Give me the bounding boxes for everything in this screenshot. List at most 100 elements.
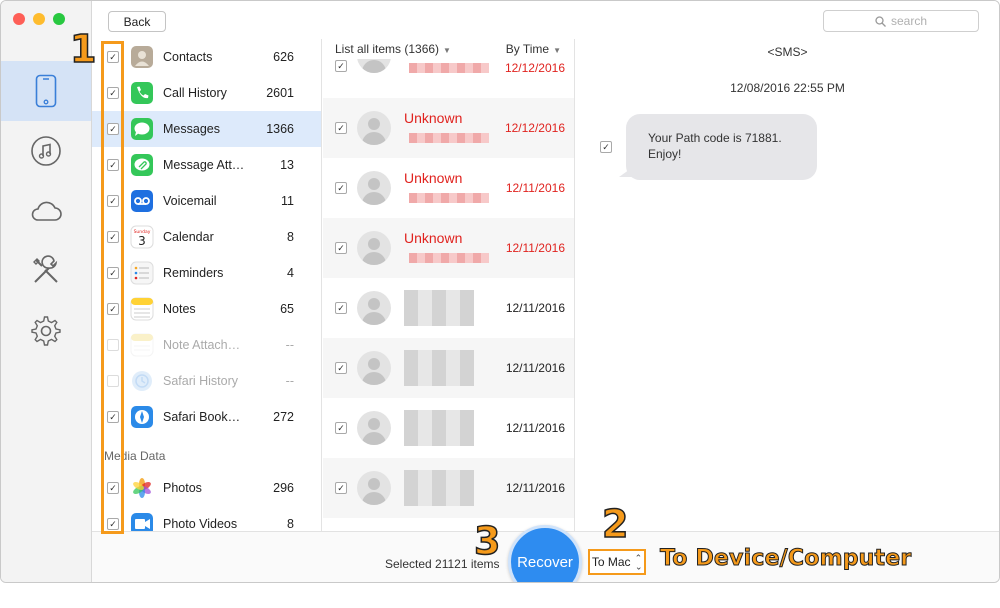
search-icon (875, 15, 886, 27)
redacted-preview (409, 193, 489, 203)
message-checkbox[interactable]: ✓ (335, 60, 347, 72)
category-messages[interactable]: ✓ Messages 1366 (92, 111, 321, 147)
message-checkbox[interactable]: ✓ (335, 362, 347, 374)
message-row[interactable]: ✓ 12/11/2016 (323, 338, 574, 398)
category-label: Contacts (163, 50, 213, 64)
message-checkbox[interactable]: ✓ (335, 182, 347, 194)
photo-videos-icon (130, 512, 154, 531)
destination-callout: To Device/Computer (659, 546, 912, 572)
message-checkbox[interactable]: ✓ (600, 141, 612, 153)
rail-settings-tab[interactable] (1, 301, 91, 361)
detail-timestamp: 12/08/2016 22:55 PM (730, 81, 845, 95)
category-phone[interactable]: ✓ Call History 2601 (92, 75, 321, 111)
category-count: 1366 (266, 122, 294, 136)
message-row[interactable]: ✓ 12/11/2016 (323, 278, 574, 338)
search-placeholder: search (890, 14, 928, 28)
redacted-preview (409, 133, 489, 143)
back-button[interactable]: Back (108, 11, 166, 32)
photos-icon (130, 476, 154, 500)
safari-history-icon (130, 369, 154, 393)
search-input[interactable]: search (823, 10, 979, 32)
detail-title: <SMS> (767, 45, 808, 59)
safari-bookmark-icon (130, 405, 154, 429)
destination-select[interactable]: To Mac ⌃ ⌃ (588, 549, 646, 575)
message-row[interactable]: ✓ Unknown 12/11/2016 (323, 218, 574, 278)
list-all-dropdown[interactable]: List all items (1366) ▼ (335, 42, 451, 56)
message-row[interactable]: ✓ Unknown 12/11/2016 (323, 158, 574, 218)
avatar (357, 171, 391, 205)
message-sender: Unknown (404, 230, 463, 246)
category-safari-bookmark[interactable]: ✓ Safari Book… 272 (92, 399, 321, 435)
attachment-icon (130, 153, 154, 177)
message-list: List all items (1366) ▼ By Time ▼ ✓ Unknown… (323, 39, 575, 531)
zoom-window-button[interactable] (53, 13, 65, 25)
category-safari-history[interactable]: Safari History -- (92, 363, 321, 399)
message-row[interactable]: ✓ Unknown 12/12/2016 (323, 98, 574, 158)
category-attachment[interactable]: ✓ Message Att… 13 (92, 147, 321, 183)
pixelated-sender (404, 410, 474, 446)
category-count: 4 (287, 266, 294, 280)
rail-tools-tab[interactable] (1, 241, 91, 301)
svg-text:3: 3 (138, 234, 146, 248)
updown-chevron-icon: ⌃ ⌃ (634, 553, 643, 572)
category-label: Messages (163, 122, 220, 136)
category-voicemail[interactable]: ✓ Voicemail 11 (92, 183, 321, 219)
window-controls (13, 13, 65, 25)
message-bubble: Your Path code is 71881. Enjoy! (626, 114, 817, 180)
category-note-attachment[interactable]: Note Attach… -- (92, 327, 321, 363)
category-label: Voicemail (163, 194, 217, 208)
message-date: 12/12/2016 (504, 61, 565, 75)
category-notes[interactable]: ✓ Notes 65 (92, 291, 321, 327)
pixelated-sender (404, 350, 474, 386)
app-window: Back search ✓ Contacts 626 ✓ Call History 260… (0, 0, 1000, 583)
recover-button[interactable]: Recover (508, 525, 582, 582)
category-label: Safari Book… (163, 410, 241, 424)
message-sender: Unknown (404, 110, 463, 126)
destination-value: To Mac (591, 555, 631, 569)
category-count: 13 (280, 158, 294, 172)
message-checkbox[interactable]: ✓ (335, 482, 347, 494)
category-label: Photos (163, 481, 202, 495)
message-date: 12/11/2016 (505, 301, 565, 315)
mode-sidebar (1, 1, 92, 582)
list-header: List all items (1366) ▼ By Time ▼ (323, 39, 574, 59)
category-photos[interactable]: ✓ Photos 296 (92, 470, 321, 506)
pixelated-sender (404, 470, 474, 506)
sort-label: By Time (505, 42, 550, 56)
minimize-window-button[interactable] (33, 13, 45, 25)
category-contacts[interactable]: ✓ Contacts 626 (92, 39, 321, 75)
message-checkbox[interactable]: ✓ (335, 122, 347, 134)
message-checkbox[interactable]: ✓ (335, 242, 347, 254)
voicemail-icon (130, 189, 154, 213)
category-count: 65 (280, 302, 294, 316)
note-attachment-icon (130, 333, 154, 357)
messages-icon (130, 117, 154, 141)
message-detail: <SMS> 12/08/2016 22:55 PM ✓ Your Path co… (576, 39, 999, 531)
category-label: Safari History (163, 374, 239, 388)
rail-icloud-tab[interactable] (1, 181, 91, 241)
message-checkbox[interactable]: ✓ (335, 302, 347, 314)
message-date: 12/11/2016 (505, 361, 565, 375)
message-row[interactable]: ✓ 12/11/2016 (323, 458, 574, 518)
avatar (357, 231, 391, 265)
redacted-preview (409, 253, 489, 263)
step-1-label: 1 (69, 27, 97, 71)
category-list: ✓ Contacts 626 ✓ Call History 2601 ✓ Messages 13… (92, 39, 322, 531)
step-2-label: 2 (601, 502, 629, 546)
message-row[interactable]: ✓ 12/11/2016 (323, 398, 574, 458)
category-reminders[interactable]: ✓ Reminders 4 (92, 255, 321, 291)
close-window-button[interactable] (13, 13, 25, 25)
category-photo-videos[interactable]: ✓ Photo Videos 8 (92, 506, 321, 531)
contacts-icon (130, 45, 154, 69)
rail-itunes-tab[interactable] (1, 121, 91, 181)
reminders-icon (130, 261, 154, 285)
category-calendar[interactable]: ✓ Sunday 3 Calendar 8 (92, 219, 321, 255)
music-note-icon (31, 136, 61, 166)
message-checkbox[interactable]: ✓ (335, 422, 347, 434)
category-label: Note Attach… (163, 338, 241, 352)
sort-dropdown[interactable]: By Time ▼ (506, 42, 561, 56)
avatar (357, 411, 391, 445)
redacted-preview (409, 63, 489, 73)
category-count: -- (285, 338, 294, 352)
gear-icon (31, 316, 61, 346)
